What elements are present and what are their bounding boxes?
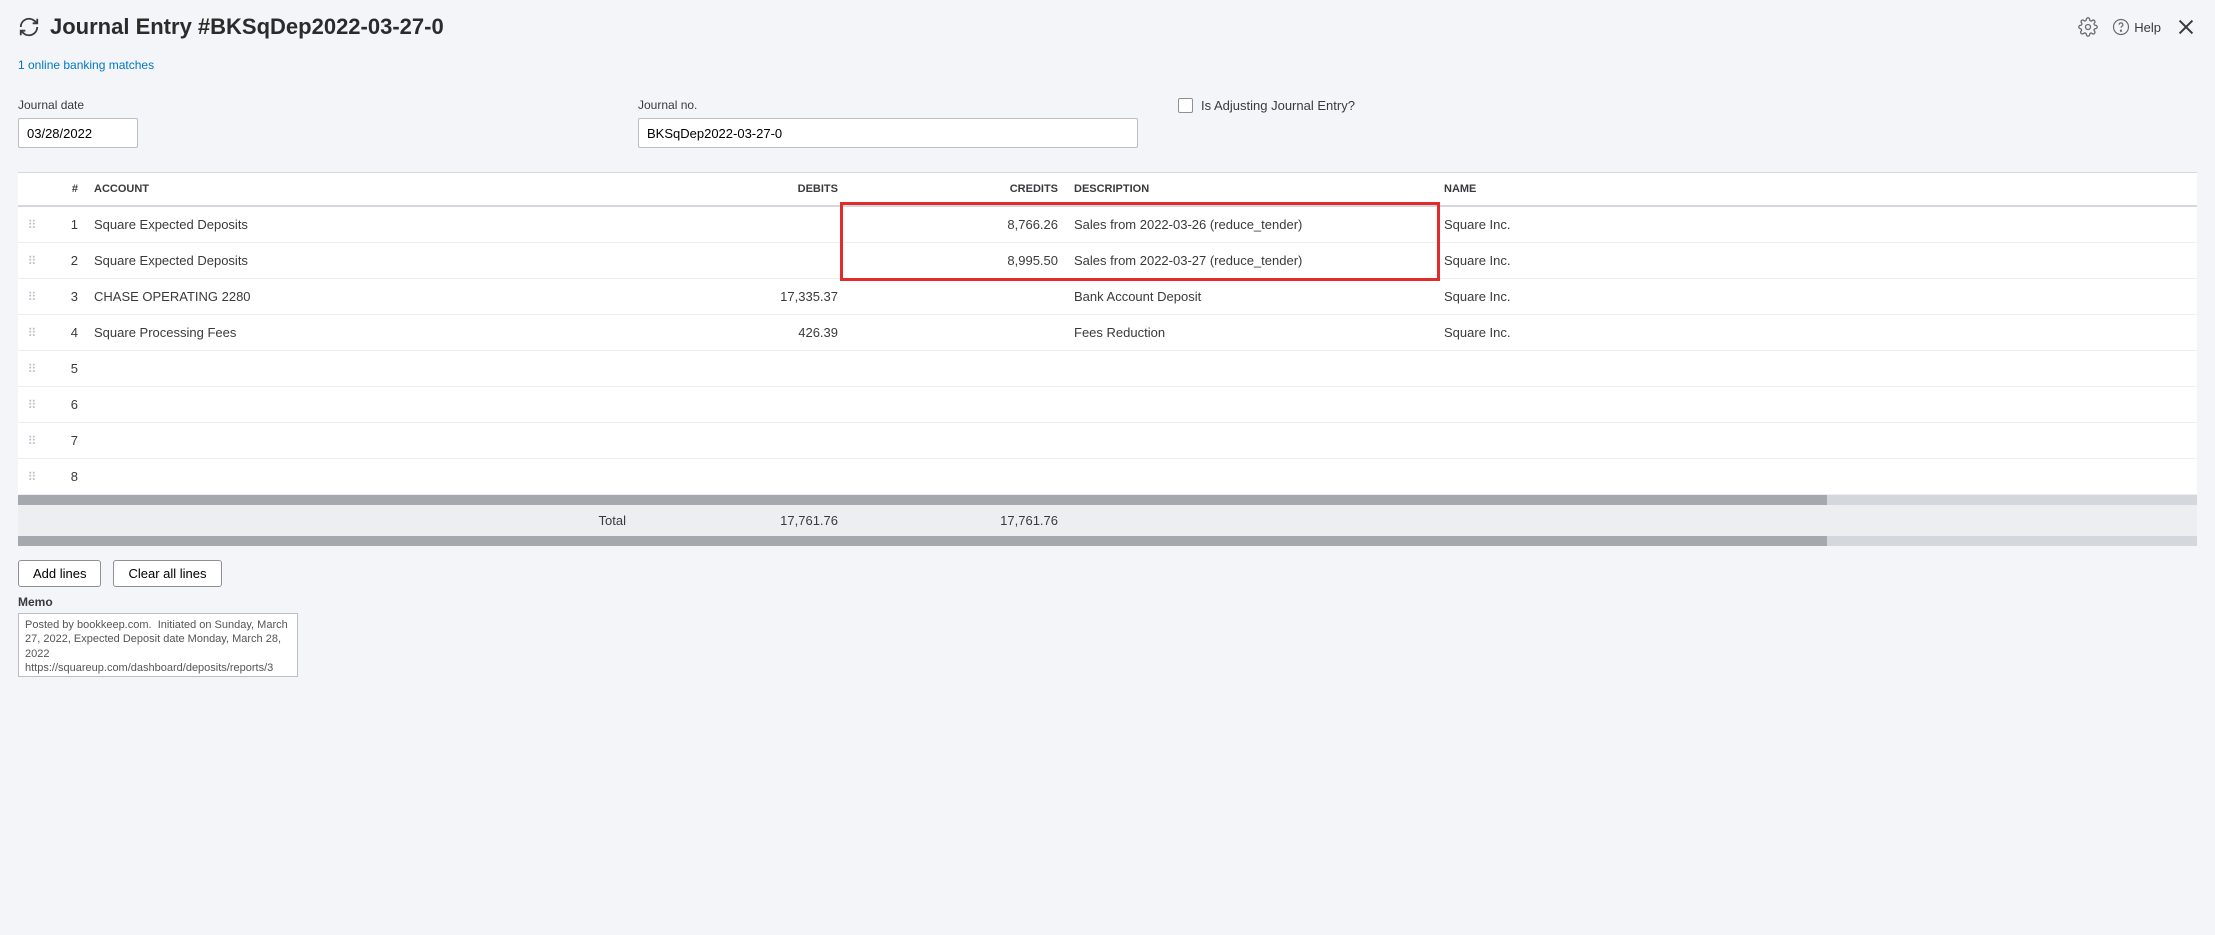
- cell-num: 2: [46, 243, 86, 279]
- cell-account[interactable]: CHASE OPERATING 2280: [86, 279, 626, 315]
- drag-handle-icon[interactable]: ⠿: [28, 290, 37, 304]
- cell-credits[interactable]: [846, 351, 1066, 387]
- journal-no-input[interactable]: [638, 118, 1138, 148]
- cell-credits[interactable]: [846, 459, 1066, 495]
- cell-description[interactable]: Bank Account Deposit: [1066, 279, 1436, 315]
- cell-num: 7: [46, 423, 86, 459]
- table-row[interactable]: ⠿6: [18, 387, 2197, 423]
- cell-credits[interactable]: [846, 315, 1066, 351]
- journal-no-label: Journal no.: [638, 98, 1138, 112]
- cell-description[interactable]: Fees Reduction: [1066, 315, 1436, 351]
- clear-lines-button[interactable]: Clear all lines: [113, 560, 221, 587]
- journal-date-label: Journal date: [18, 98, 138, 112]
- cell-num: 8: [46, 459, 86, 495]
- cell-num: 6: [46, 387, 86, 423]
- cell-name[interactable]: [1436, 387, 2197, 423]
- cell-name[interactable]: [1436, 423, 2197, 459]
- cell-account[interactable]: [86, 423, 626, 459]
- help-icon: [2112, 18, 2130, 36]
- drag-handle-icon[interactable]: ⠿: [28, 434, 37, 448]
- cell-num: 3: [46, 279, 86, 315]
- cell-account[interactable]: [86, 387, 626, 423]
- table-row[interactable]: ⠿5: [18, 351, 2197, 387]
- cell-debits[interactable]: [626, 351, 846, 387]
- cell-name[interactable]: [1436, 351, 2197, 387]
- drag-handle-icon[interactable]: ⠿: [28, 218, 37, 232]
- cell-credits[interactable]: [846, 279, 1066, 315]
- cell-account[interactable]: Square Expected Deposits: [86, 243, 626, 279]
- col-name-header: NAME: [1436, 173, 2197, 206]
- cell-debits[interactable]: [626, 423, 846, 459]
- cell-debits[interactable]: 426.39: [626, 315, 846, 351]
- col-debits: DEBITS: [626, 173, 846, 206]
- gear-icon[interactable]: [2078, 17, 2098, 37]
- totals-credits: 17,761.76: [846, 513, 1066, 528]
- help-button[interactable]: Help: [2112, 18, 2161, 36]
- drag-handle-icon[interactable]: ⠿: [28, 398, 37, 412]
- cell-description[interactable]: Sales from 2022-03-26 (reduce_tender): [1066, 206, 1436, 243]
- adjusting-checkbox[interactable]: [1178, 98, 1193, 113]
- close-icon[interactable]: [2175, 16, 2197, 38]
- col-account: ACCOUNT: [86, 173, 626, 206]
- totals-debits: 17,761.76: [626, 513, 846, 528]
- cell-description[interactable]: [1066, 459, 1436, 495]
- cell-debits[interactable]: [626, 459, 846, 495]
- table-row[interactable]: ⠿ 1Square Expected Deposits 8,766.26Sales …: [18, 206, 2197, 243]
- cell-debits[interactable]: [626, 206, 846, 243]
- cell-account[interactable]: Square Processing Fees: [86, 315, 626, 351]
- drag-handle-icon[interactable]: ⠿: [28, 362, 37, 376]
- table-row[interactable]: ⠿ 4Square Processing Fees426.39 Fees Reduc…: [18, 315, 2197, 351]
- h-scroll-lower[interactable]: [18, 536, 2197, 546]
- cell-credits[interactable]: 8,995.50: [846, 243, 1066, 279]
- cell-description[interactable]: [1066, 387, 1436, 423]
- refresh-icon[interactable]: [18, 16, 40, 38]
- h-scroll-upper[interactable]: [18, 495, 2197, 505]
- cell-name[interactable]: Square Inc.: [1436, 243, 2197, 279]
- cell-name[interactable]: Square Inc.: [1436, 315, 2197, 351]
- cell-credits[interactable]: 8,766.26: [846, 206, 1066, 243]
- drag-handle-icon[interactable]: ⠿: [28, 470, 37, 484]
- cell-name[interactable]: Square Inc.: [1436, 279, 2197, 315]
- cell-num: 4: [46, 315, 86, 351]
- cell-description[interactable]: [1066, 423, 1436, 459]
- totals-label: Total: [18, 513, 626, 528]
- memo-label: Memo: [18, 595, 2197, 609]
- cell-debits[interactable]: [626, 387, 846, 423]
- cell-name[interactable]: [1436, 459, 2197, 495]
- cell-num: 1: [46, 206, 86, 243]
- journal-date-input[interactable]: [18, 118, 138, 148]
- adjusting-label: Is Adjusting Journal Entry?: [1201, 98, 1355, 113]
- cell-account[interactable]: Square Expected Deposits: [86, 206, 626, 243]
- cell-name[interactable]: Square Inc.: [1436, 206, 2197, 243]
- cell-description[interactable]: [1066, 351, 1436, 387]
- cell-num: 5: [46, 351, 86, 387]
- cell-credits[interactable]: [846, 387, 1066, 423]
- col-credits: CREDITS: [846, 173, 1066, 206]
- cell-credits[interactable]: [846, 423, 1066, 459]
- table-row[interactable]: ⠿7: [18, 423, 2197, 459]
- col-num: #: [46, 173, 86, 206]
- page-title: Journal Entry #BKSqDep2022-03-27-0: [50, 14, 444, 40]
- cell-account[interactable]: [86, 459, 626, 495]
- cell-debits[interactable]: 17,335.37: [626, 279, 846, 315]
- table-row[interactable]: ⠿8: [18, 459, 2197, 495]
- memo-textarea[interactable]: [18, 613, 298, 677]
- journal-lines-table: # ACCOUNT DEBITS CREDITS DESCRIPTION NAM…: [18, 173, 2197, 495]
- add-lines-button[interactable]: Add lines: [18, 560, 101, 587]
- drag-handle-icon[interactable]: ⠿: [28, 326, 37, 340]
- table-row[interactable]: ⠿ 2Square Expected Deposits 8,995.50Sales …: [18, 243, 2197, 279]
- cell-debits[interactable]: [626, 243, 846, 279]
- cell-description[interactable]: Sales from 2022-03-27 (reduce_tender): [1066, 243, 1436, 279]
- online-banking-matches-link[interactable]: 1 online banking matches: [18, 58, 154, 72]
- table-row[interactable]: ⠿ 3CHASE OPERATING 228017,335.37 Bank Acco…: [18, 279, 2197, 315]
- cell-account[interactable]: [86, 351, 626, 387]
- col-description: DESCRIPTION: [1066, 173, 1436, 206]
- help-label: Help: [2134, 20, 2161, 35]
- drag-handle-icon[interactable]: ⠿: [28, 254, 37, 268]
